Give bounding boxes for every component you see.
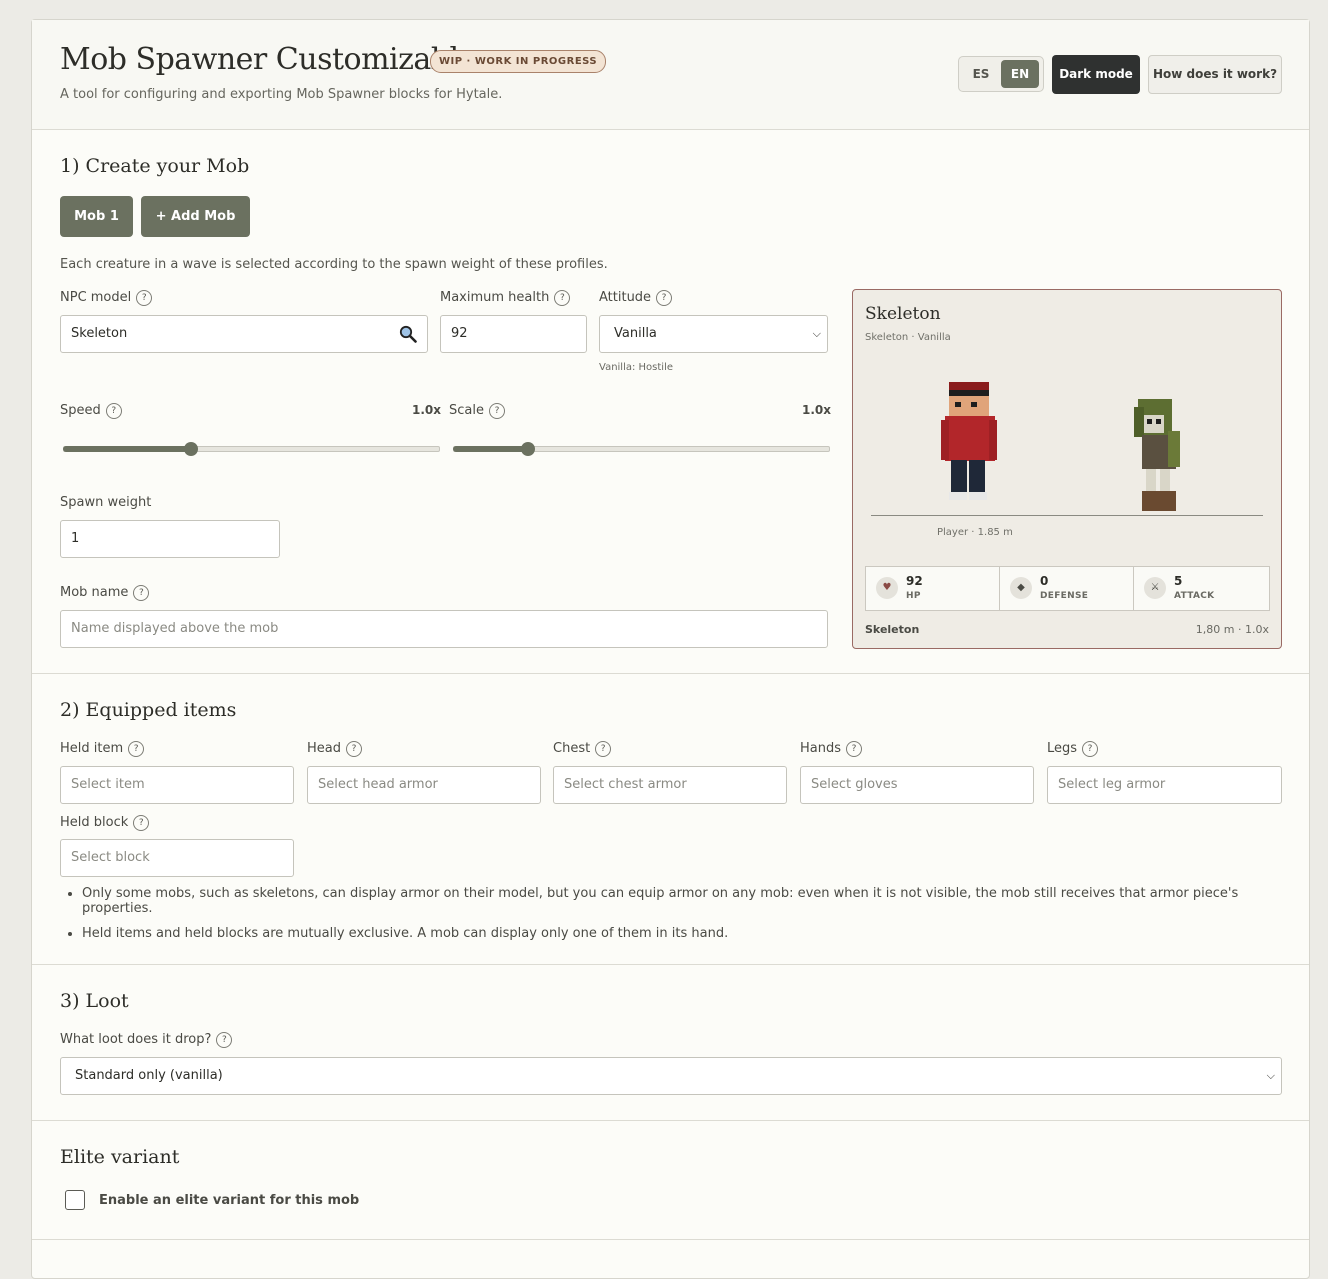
held-block-label: Held block? xyxy=(60,815,150,831)
help-icon[interactable]: ? xyxy=(488,403,505,419)
gloves-input[interactable]: Select gloves xyxy=(800,766,1034,804)
help-icon[interactable]: ? xyxy=(128,741,145,757)
mob-preview-card: Skeleton Skeleton · Vanilla Player · 1.8… xyxy=(852,289,1282,649)
main-panel: Mob Spawner Customizable WIP · WORK IN P… xyxy=(31,19,1310,1279)
page-title: Mob Spawner Customizable xyxy=(60,42,476,77)
defense-value: 0 xyxy=(1040,574,1049,588)
head-label: Head? xyxy=(307,741,362,757)
how-it-works-button[interactable]: How does it work? xyxy=(1148,55,1282,94)
chevron-down-icon: ⌵ xyxy=(812,327,821,340)
preview-mob-name: Skeleton xyxy=(865,304,941,324)
attack-value: 5 xyxy=(1174,574,1183,588)
section-elite-title: Elite variant xyxy=(60,1146,180,1168)
ground-line xyxy=(871,515,1263,516)
help-icon[interactable]: ? xyxy=(554,290,571,306)
mob-name-input[interactable]: Name displayed above the mob xyxy=(60,610,828,648)
speed-slider-fill xyxy=(63,446,191,452)
stat-defense: ◆ 0 DEFENSE xyxy=(1000,567,1134,610)
leg-armor-input[interactable]: Select leg armor xyxy=(1047,766,1282,804)
add-mob-button[interactable]: + Add Mob xyxy=(141,196,250,237)
loot-label: What loot does it drop?? xyxy=(60,1032,233,1048)
speed-slider-thumb[interactable] xyxy=(184,442,198,456)
stat-hp: ♥ 92 HP xyxy=(866,567,1000,610)
section-equipped-items-title: 2) Equipped items xyxy=(60,699,237,721)
section-create-mob-title: 1) Create your Mob xyxy=(60,155,250,177)
held-item-input[interactable]: Select item xyxy=(60,766,294,804)
player-model-icon xyxy=(941,382,997,500)
divider xyxy=(32,1239,1309,1240)
heart-icon: ♥ xyxy=(876,577,898,599)
preview-mob-subtitle: Skeleton · Vanilla xyxy=(865,332,951,343)
stat-attack: ⚔ 5 ATTACK xyxy=(1134,567,1269,610)
note-exclusive: Held items and held blocks are mutually … xyxy=(82,926,1309,941)
defense-label: DEFENSE xyxy=(1040,591,1089,601)
help-icon[interactable]: ? xyxy=(1082,741,1099,757)
skeleton-model-icon xyxy=(1134,399,1180,511)
hp-label: HP xyxy=(906,591,921,601)
divider xyxy=(32,673,1309,674)
chest-armor-input[interactable]: Select chest armor xyxy=(553,766,787,804)
help-icon[interactable]: ? xyxy=(846,741,863,757)
language-toggle: ES EN xyxy=(958,56,1044,92)
max-health-input[interactable]: 92 xyxy=(440,315,587,353)
mob-name-label: Mob name? xyxy=(60,585,150,601)
divider xyxy=(32,1120,1309,1121)
equipment-notes: Only some mobs, such as skeletons, can d… xyxy=(60,886,1309,951)
head-armor-input[interactable]: Select head armor xyxy=(307,766,541,804)
divider xyxy=(32,964,1309,965)
player-height-label: Player · 1.85 m xyxy=(937,527,1013,538)
swords-icon: ⚔ xyxy=(1144,577,1166,599)
lang-es-button[interactable]: ES xyxy=(962,60,1000,88)
mob-1-tab[interactable]: Mob 1 xyxy=(60,196,133,237)
speed-label: Speed? xyxy=(60,403,122,419)
scale-slider-thumb[interactable] xyxy=(521,442,535,456)
loot-select[interactable]: Standard only (vanilla) ⌵ xyxy=(60,1057,1282,1095)
shield-icon: ◆ xyxy=(1010,577,1032,599)
scale-slider-fill xyxy=(453,446,528,452)
preview-footer-name: Skeleton xyxy=(865,623,920,636)
attack-label: ATTACK xyxy=(1174,591,1215,601)
scale-value: 1.0x xyxy=(802,403,831,417)
speed-value: 1.0x xyxy=(412,403,441,417)
chevron-down-icon: ⌵ xyxy=(1266,1069,1275,1082)
help-icon[interactable]: ? xyxy=(656,290,673,306)
spawn-weight-help: Each creature in a wave is selected acco… xyxy=(60,257,608,272)
page-subtitle: A tool for configuring and exporting Mob… xyxy=(60,87,503,102)
held-block-input[interactable]: Select block xyxy=(60,839,294,877)
help-icon[interactable]: ? xyxy=(595,741,612,757)
npc-model-label: NPC model? xyxy=(60,290,153,306)
stats-bar: ♥ 92 HP ◆ 0 DEFENSE ⚔ 5 ATTACK xyxy=(865,566,1270,611)
elite-checkbox[interactable] xyxy=(65,1190,85,1210)
hp-value: 92 xyxy=(906,574,923,588)
section-loot-title: 3) Loot xyxy=(60,990,129,1012)
held-item-label: Held item? xyxy=(60,741,145,757)
preview-footer-size: 1,80 m · 1.0x xyxy=(1195,623,1269,636)
legs-label: Legs? xyxy=(1047,741,1099,757)
attitude-hint: Vanilla: Hostile xyxy=(599,362,674,373)
search-icon[interactable] xyxy=(399,325,417,343)
hands-label: Hands? xyxy=(800,741,863,757)
max-health-label: Maximum health? xyxy=(440,290,571,306)
dark-mode-button[interactable]: Dark mode xyxy=(1052,55,1140,94)
lang-en-button[interactable]: EN xyxy=(1001,60,1039,88)
help-icon[interactable]: ? xyxy=(133,585,150,601)
help-icon[interactable]: ? xyxy=(136,290,153,306)
wip-badge: WIP · WORK IN PROGRESS xyxy=(430,50,607,73)
help-icon[interactable]: ? xyxy=(133,815,150,831)
header: Mob Spawner Customizable WIP · WORK IN P… xyxy=(32,20,1309,130)
npc-model-input[interactable]: Skeleton xyxy=(60,315,428,353)
spawn-weight-label: Spawn weight xyxy=(60,495,152,510)
scale-label: Scale? xyxy=(449,403,505,419)
chest-label: Chest? xyxy=(553,741,612,757)
help-icon[interactable]: ? xyxy=(346,741,362,757)
spawn-weight-input[interactable]: 1 xyxy=(60,520,280,558)
help-icon[interactable]: ? xyxy=(216,1032,233,1048)
note-armor: Only some mobs, such as skeletons, can d… xyxy=(82,886,1309,916)
attitude-label: Attitude? xyxy=(599,290,673,306)
help-icon[interactable]: ? xyxy=(105,403,122,419)
elite-checkbox-label[interactable]: Enable an elite variant for this mob xyxy=(99,1193,359,1208)
attitude-select[interactable]: Vanilla ⌵ xyxy=(599,315,828,353)
